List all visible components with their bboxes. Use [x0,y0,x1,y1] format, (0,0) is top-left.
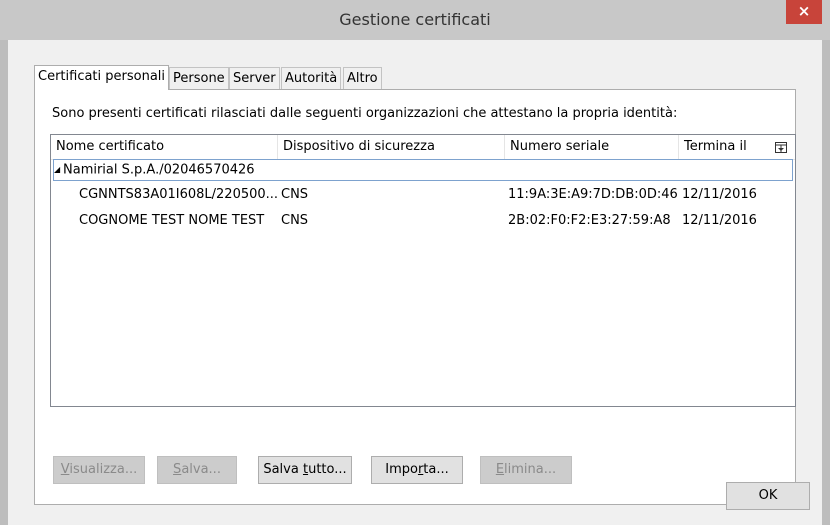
column-header-expires[interactable]: Termina il [679,135,767,159]
tab-other[interactable]: Altro [343,67,382,89]
column-picker-icon [775,141,787,153]
delete-button[interactable]: Elimina... [480,456,572,484]
window-title: Gestione certificati [339,10,491,29]
view-label-post: isualizza... [69,462,138,477]
column-header-name[interactable]: Nome certificato [51,135,277,159]
cell-name: COGNOME TEST NOME TEST [79,213,265,228]
cell-device: CNS [281,213,309,228]
window-frame-right [822,40,830,525]
save-all-label-pre: Salva [263,462,303,477]
window-frame-left [0,40,8,525]
tab-servers[interactable]: Server [229,67,280,89]
table-row[interactable]: CGNNTS83A01I608L/220500... CNS 11:9A:3E:… [51,182,795,208]
delete-accesskey: E [495,462,505,477]
import-button[interactable]: Importa... [371,456,463,484]
column-picker-button[interactable] [767,135,795,159]
cell-serial: 2B:02:F0:F2:E3:27:59:A8 [508,213,671,228]
import-label-post: ta... [423,462,449,477]
tab-authorities[interactable]: Autorità [281,67,342,89]
tab-people[interactable]: Persone [169,67,229,89]
view-button[interactable]: Visualizza... [53,456,145,484]
certificate-manager-window: Gestione certificati × Certificati perso… [0,0,830,525]
column-header-serial[interactable]: Numero seriale [505,135,678,159]
certificate-tree[interactable]: Nome certificato Dispositivo di sicurezz… [50,134,796,407]
ok-button[interactable]: OK [726,482,810,510]
import-label-pre: Impo [385,462,418,477]
tab-panel: Sono presenti certificati rilasciati dal… [34,89,796,505]
cell-expires: 12/11/2016 [682,213,757,228]
table-row[interactable]: COGNOME TEST NOME TEST CNS 2B:02:F0:F2:E… [51,208,795,234]
group-label: Namirial S.p.A./02046570426 [63,162,255,178]
dialog-body: Certificati personali Persone Server Aut… [8,40,822,525]
intro-text: Sono presenti certificati rilasciati dal… [52,106,678,121]
cell-device: CNS [281,187,309,202]
cell-name: CGNNTS83A01I608L/220500... [79,187,277,202]
save-all-label-post: utto... [308,462,347,477]
column-header-row: Nome certificato Dispositivo di sicurezz… [51,135,795,160]
expander-triangle-icon[interactable]: ◢ [54,160,63,180]
tab-personal-certificates[interactable]: Certificati personali [34,65,170,90]
save-label-post: alva... [181,462,221,477]
save-button[interactable]: Salva... [157,456,237,484]
tree-group-row[interactable]: ◢ Namirial S.p.A./02046570426 [53,159,793,181]
delete-label-post: limina... [504,462,557,477]
cell-expires: 12/11/2016 [682,187,757,202]
column-header-device[interactable]: Dispositivo di sicurezza [278,135,504,159]
close-icon: × [797,2,811,20]
save-all-button[interactable]: Salva tutto... [258,456,352,484]
title-bar[interactable]: Gestione certificati × [0,0,830,41]
close-button[interactable]: × [786,0,822,24]
cell-serial: 11:9A:3E:A9:7D:DB:0D:46 [508,187,678,202]
